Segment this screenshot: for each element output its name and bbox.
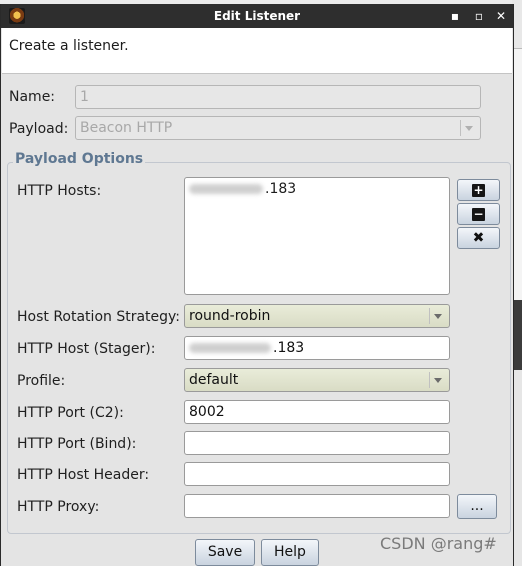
profile-select[interactable]: default xyxy=(184,368,450,392)
proxy-label: HTTP Proxy: xyxy=(17,499,100,515)
host-entry-suffix: .183 xyxy=(265,181,297,197)
edit-listener-dialog: Edit Listener ▪ ▫ ✕ Create a listener. N… xyxy=(0,4,514,566)
save-button[interactable]: Save xyxy=(195,539,255,566)
profile-value: default xyxy=(189,372,239,388)
remove-host-button[interactable]: − xyxy=(457,203,500,225)
port-c2-label: HTTP Port (C2): xyxy=(17,405,124,421)
payload-label: Payload: xyxy=(9,121,69,137)
payload-options-title: Payload Options xyxy=(13,151,146,167)
help-button[interactable]: Help xyxy=(261,539,319,566)
name-field[interactable]: 1 xyxy=(75,85,481,109)
stager-host-label: HTTP Host (Stager): xyxy=(17,341,156,357)
host-rotation-value: round-robin xyxy=(189,308,271,324)
chevron-down-icon xyxy=(429,372,445,388)
description-panel: Create a listener. xyxy=(2,28,512,74)
plus-icon: + xyxy=(472,182,485,197)
description-text: Create a listener. xyxy=(9,38,129,54)
host-header-label: HTTP Host Header: xyxy=(17,467,150,483)
maximize-button[interactable]: ▫ xyxy=(471,7,487,25)
chevron-down-icon xyxy=(460,120,476,136)
stager-host-suffix: .183 xyxy=(273,340,305,356)
http-hosts-list[interactable]: .183 xyxy=(184,177,450,295)
stager-host-field[interactable]: .183 xyxy=(184,336,450,360)
payload-select[interactable]: Beacon HTTP xyxy=(75,116,481,140)
profile-label: Profile: xyxy=(17,373,66,389)
redacted-host xyxy=(189,184,263,194)
name-label: Name: xyxy=(9,89,56,105)
clear-hosts-button[interactable]: ✖ xyxy=(457,227,500,249)
add-host-button[interactable]: + xyxy=(457,179,500,201)
port-c2-field[interactable]: 8002 xyxy=(184,400,450,424)
host-rotation-label: Host Rotation Strategy: xyxy=(17,309,181,325)
x-icon: ✖ xyxy=(472,230,485,246)
title-bar[interactable]: Edit Listener ▪ ▫ ✕ xyxy=(1,4,513,28)
port-bind-field[interactable] xyxy=(184,431,450,455)
window-title: Edit Listener xyxy=(213,9,301,23)
chevron-down-icon xyxy=(429,308,445,324)
host-rotation-select[interactable]: round-robin xyxy=(184,304,450,328)
proxy-browse-button[interactable]: ... xyxy=(457,494,497,519)
proxy-field[interactable] xyxy=(184,494,450,518)
http-hosts-label: HTTP Hosts: xyxy=(17,183,102,199)
watermark: CSDN @rang# xyxy=(380,534,497,553)
minus-icon: − xyxy=(472,206,485,221)
payload-value: Beacon HTTP xyxy=(80,120,173,136)
close-button[interactable]: ✕ xyxy=(493,7,509,25)
port-bind-label: HTTP Port (Bind): xyxy=(17,436,137,452)
redacted-host xyxy=(189,343,271,353)
minimize-button[interactable]: ▪ xyxy=(447,7,463,25)
host-header-field[interactable] xyxy=(184,462,450,486)
